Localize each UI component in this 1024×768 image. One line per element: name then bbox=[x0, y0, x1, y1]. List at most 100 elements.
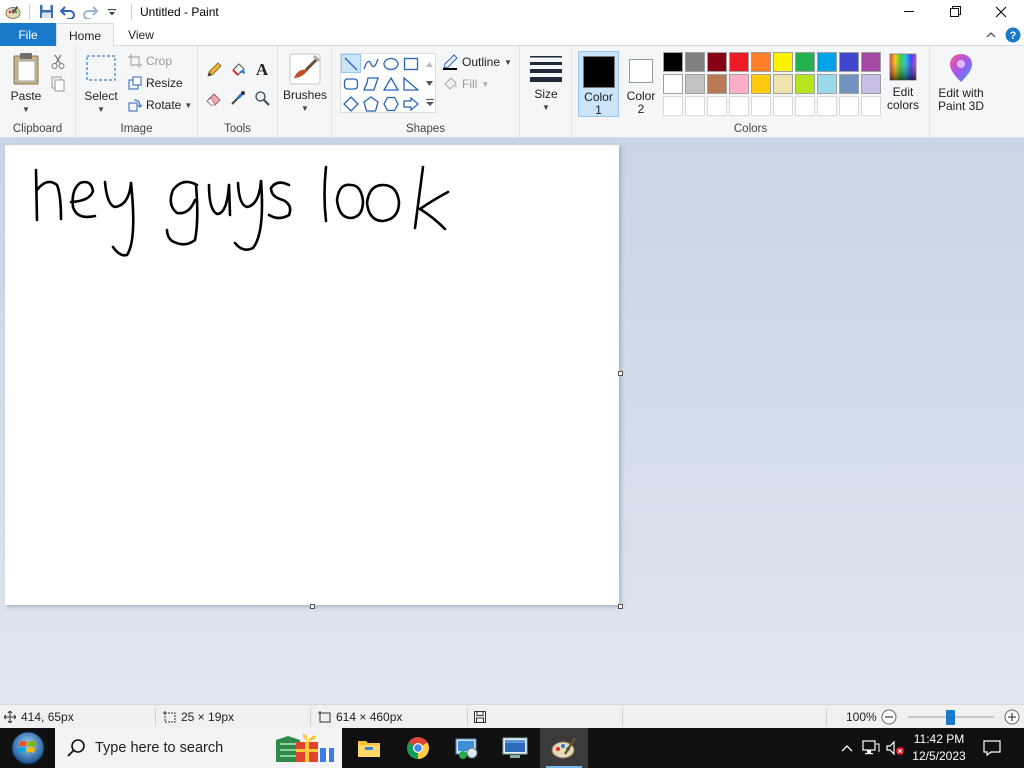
shapes-expand-icon[interactable] bbox=[424, 93, 435, 112]
palette-color-swatch[interactable] bbox=[751, 74, 771, 94]
palette-color-swatch[interactable] bbox=[773, 52, 793, 72]
palette-color-swatch[interactable] bbox=[707, 74, 727, 94]
undo-icon[interactable] bbox=[57, 1, 79, 23]
outline-button[interactable]: Outline ▼ bbox=[442, 52, 512, 72]
eraser-icon[interactable] bbox=[206, 90, 222, 109]
resize-handle-right[interactable] bbox=[618, 371, 623, 376]
pencil-icon[interactable] bbox=[206, 62, 222, 81]
zoom-slider[interactable] bbox=[904, 705, 994, 729]
custom-color-slot[interactable] bbox=[663, 96, 683, 116]
volume-tray[interactable] bbox=[884, 728, 906, 768]
shape-oval[interactable] bbox=[381, 54, 401, 73]
size-button[interactable]: Size ▼ bbox=[526, 54, 566, 114]
edit-colors-button[interactable]: Edit colors bbox=[884, 53, 922, 112]
tab-file[interactable]: File bbox=[0, 23, 56, 46]
color2-button[interactable]: Color 2 bbox=[622, 51, 660, 117]
action-center[interactable] bbox=[978, 728, 1006, 768]
shape-diamond[interactable] bbox=[341, 94, 361, 113]
crop-button[interactable]: Crop bbox=[128, 51, 172, 71]
magnifier-icon[interactable] bbox=[254, 90, 270, 109]
zoom-slider-thumb[interactable] bbox=[946, 710, 955, 725]
taskbar-control-panel[interactable] bbox=[443, 728, 491, 768]
palette-color-swatch[interactable] bbox=[861, 52, 881, 72]
cut-icon[interactable] bbox=[50, 54, 66, 73]
palette-color-swatch[interactable] bbox=[685, 52, 705, 72]
shape-hexagon[interactable] bbox=[381, 94, 401, 113]
show-hidden-icons[interactable] bbox=[838, 728, 856, 768]
shape-arrow[interactable] bbox=[401, 94, 421, 113]
palette-color-swatch[interactable] bbox=[817, 74, 837, 94]
custom-color-slot[interactable] bbox=[817, 96, 837, 116]
color1-button[interactable]: Color 1 bbox=[578, 51, 619, 117]
custom-color-slot[interactable] bbox=[751, 96, 771, 116]
help-icon[interactable]: ? bbox=[1002, 24, 1024, 46]
rotate-button[interactable]: Rotate ▼ bbox=[128, 95, 192, 115]
taskbar-chrome[interactable] bbox=[394, 728, 442, 768]
customize-qat-icon[interactable] bbox=[101, 1, 123, 23]
taskbar-file-explorer[interactable] bbox=[345, 728, 393, 768]
paste-button[interactable]: Paste ▼ bbox=[6, 52, 46, 116]
custom-color-slot[interactable] bbox=[861, 96, 881, 116]
shape-curve[interactable] bbox=[361, 54, 381, 73]
custom-color-slot[interactable] bbox=[773, 96, 793, 116]
shapes-scroll-down-icon[interactable] bbox=[424, 74, 435, 92]
palette-color-swatch[interactable] bbox=[839, 74, 859, 94]
taskbar-remote-desktop[interactable] bbox=[491, 728, 539, 768]
zoom-out-button[interactable] bbox=[881, 705, 897, 729]
select-button[interactable]: Select ▼ bbox=[82, 54, 120, 116]
palette-color-swatch[interactable] bbox=[663, 52, 683, 72]
custom-color-slot[interactable] bbox=[795, 96, 815, 116]
taskbar-paint[interactable] bbox=[540, 728, 588, 768]
palette-color-swatch[interactable] bbox=[839, 52, 859, 72]
text-icon[interactable]: A bbox=[254, 60, 270, 81]
custom-color-slot[interactable] bbox=[839, 96, 859, 116]
collapse-ribbon-icon[interactable] bbox=[980, 24, 1002, 46]
shape-polygon[interactable] bbox=[361, 74, 381, 93]
palette-color-swatch[interactable] bbox=[729, 74, 749, 94]
save-icon[interactable] bbox=[35, 1, 57, 23]
resize-handle-bottom[interactable] bbox=[310, 604, 315, 609]
custom-color-slot[interactable] bbox=[707, 96, 727, 116]
palette-color-swatch[interactable] bbox=[663, 74, 683, 94]
shape-line[interactable] bbox=[341, 54, 361, 73]
shape-right-triangle[interactable] bbox=[401, 74, 421, 93]
shape-rectangle[interactable] bbox=[401, 54, 421, 73]
fill-icon[interactable] bbox=[230, 62, 246, 81]
resize-handle-corner[interactable] bbox=[618, 604, 623, 609]
palette-color-swatch[interactable] bbox=[795, 74, 815, 94]
palette-color-swatch[interactable] bbox=[773, 74, 793, 94]
drawing-canvas[interactable] bbox=[5, 145, 619, 605]
paint-app-icon[interactable] bbox=[2, 1, 24, 23]
close-button[interactable] bbox=[978, 0, 1024, 23]
edit-with-paint3d-button[interactable]: Edit with Paint 3D bbox=[932, 54, 990, 113]
start-button[interactable] bbox=[0, 728, 55, 768]
canvas-workspace[interactable] bbox=[0, 138, 1024, 704]
palette-color-swatch[interactable] bbox=[707, 52, 727, 72]
taskbar-clock[interactable]: 11:42 PM 12/5/2023 bbox=[906, 728, 972, 768]
custom-color-slot[interactable] bbox=[685, 96, 705, 116]
minimize-button[interactable] bbox=[886, 0, 932, 23]
redo-icon[interactable] bbox=[79, 1, 101, 23]
resize-button[interactable]: Resize bbox=[128, 73, 183, 93]
palette-color-swatch[interactable] bbox=[817, 52, 837, 72]
custom-color-slot[interactable] bbox=[729, 96, 749, 116]
palette-color-swatch[interactable] bbox=[751, 52, 771, 72]
shapes-scroll-up-icon[interactable] bbox=[424, 55, 435, 73]
fill-button[interactable]: Fill ▼ bbox=[442, 74, 489, 94]
restore-button[interactable] bbox=[932, 0, 978, 23]
copy-icon[interactable] bbox=[50, 76, 66, 95]
tab-home[interactable]: Home bbox=[56, 23, 114, 47]
color-picker-icon[interactable] bbox=[230, 90, 246, 109]
palette-color-swatch[interactable] bbox=[795, 52, 815, 72]
shape-rounded-rectangle[interactable] bbox=[341, 74, 361, 93]
shape-triangle[interactable] bbox=[381, 74, 401, 93]
zoom-in-button[interactable] bbox=[1004, 705, 1020, 729]
network-tray[interactable] bbox=[860, 728, 882, 768]
tab-view[interactable]: View bbox=[118, 23, 164, 46]
brushes-button[interactable]: Brushes ▼ bbox=[282, 52, 328, 115]
taskbar-search-box[interactable]: Type here to search bbox=[55, 728, 342, 768]
palette-color-swatch[interactable] bbox=[685, 74, 705, 94]
palette-color-swatch[interactable] bbox=[729, 52, 749, 72]
shape-pentagon[interactable] bbox=[361, 94, 381, 113]
palette-color-swatch[interactable] bbox=[861, 74, 881, 94]
